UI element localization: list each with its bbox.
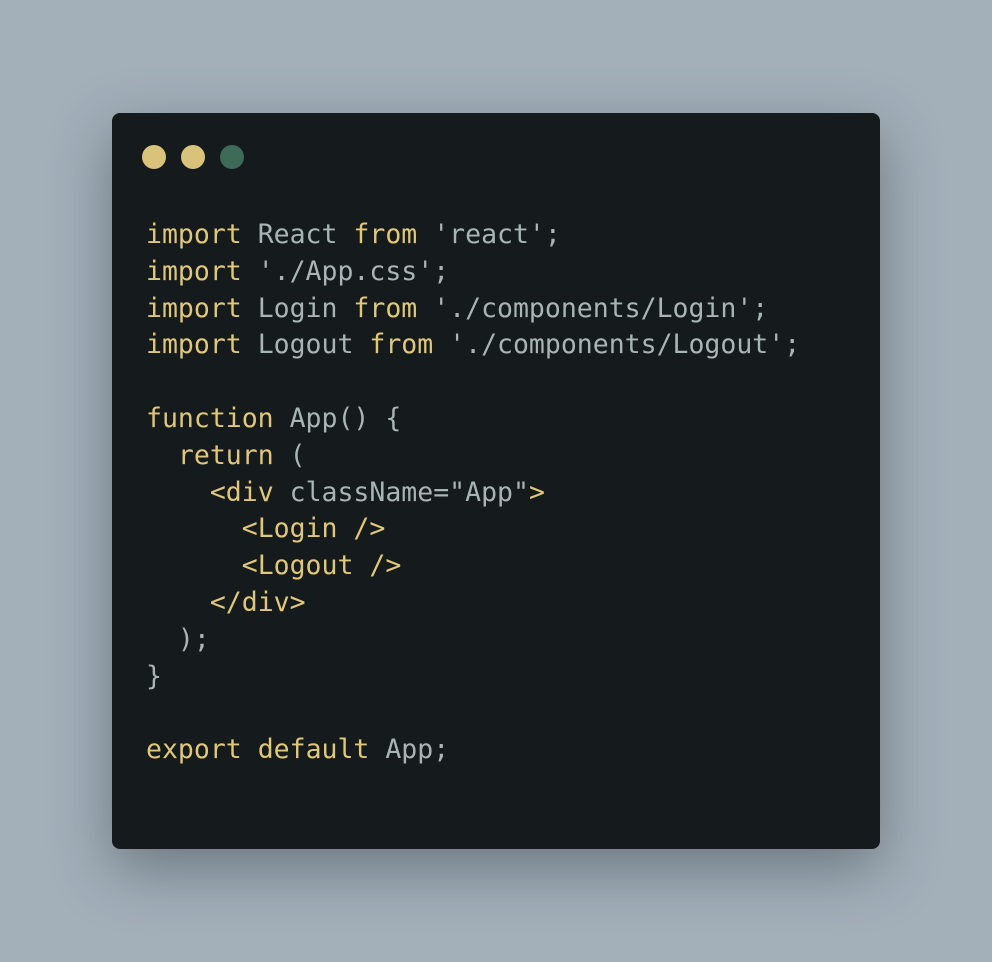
keyword: import bbox=[146, 292, 242, 324]
code-line-6: function App() { bbox=[146, 401, 800, 438]
minimize-dot-icon[interactable] bbox=[181, 145, 205, 169]
code-line-3: import Login from './components/Login'; bbox=[146, 291, 800, 328]
code-text: App; bbox=[369, 734, 450, 766]
code-line-9: <Login /> bbox=[146, 511, 800, 548]
jsx-tag: /> bbox=[337, 513, 386, 545]
keyword: import bbox=[146, 329, 242, 361]
code-line-13: } bbox=[146, 659, 800, 696]
code-text: className="App" bbox=[273, 476, 529, 508]
keyword: function bbox=[146, 402, 274, 434]
maximize-dot-icon[interactable] bbox=[220, 145, 244, 169]
code-block: import React from 'react'; import './App.… bbox=[146, 217, 800, 769]
code-line-10: <Logout /> bbox=[146, 548, 800, 585]
code-window: import React from 'react'; import './App.… bbox=[112, 113, 880, 849]
code-line-11: </div> bbox=[146, 585, 800, 622]
window-controls bbox=[142, 145, 244, 169]
keyword: from bbox=[353, 292, 418, 324]
code-line-12: ); bbox=[146, 622, 800, 659]
keyword: from bbox=[369, 329, 434, 361]
code-text: ); bbox=[146, 623, 210, 655]
code-line-15: export default App; bbox=[146, 732, 800, 769]
code-text: React bbox=[241, 219, 354, 250]
code-line-1: import React from 'react'; bbox=[146, 217, 800, 254]
code-line-4: import Logout from './components/Logout'… bbox=[146, 327, 800, 364]
code-line-7: return ( bbox=[146, 438, 800, 475]
keyword: return bbox=[177, 439, 274, 471]
code-text: './components/Login'; bbox=[417, 292, 769, 324]
code-text: './App.css'; bbox=[241, 255, 450, 287]
code-line-2: import './App.css'; bbox=[146, 254, 800, 291]
code-text: } bbox=[146, 660, 162, 692]
jsx-tag: > bbox=[528, 476, 545, 508]
jsx-tag: <Login bbox=[241, 513, 338, 545]
close-dot-icon[interactable] bbox=[142, 145, 166, 169]
keyword: import bbox=[146, 219, 242, 250]
jsx-tag: /> bbox=[353, 550, 402, 582]
keyword: default bbox=[257, 734, 370, 766]
code-text: './components/Logout'; bbox=[433, 329, 801, 361]
jsx-tag: <div bbox=[209, 476, 274, 508]
keyword: import bbox=[146, 255, 242, 287]
code-text: App() { bbox=[273, 402, 402, 434]
code-text: Logout bbox=[241, 329, 370, 361]
jsx-tag: <Logout bbox=[241, 550, 354, 582]
code-text: ( bbox=[273, 439, 306, 471]
code-line-8: <div className="App"> bbox=[146, 475, 800, 512]
code-text: Login bbox=[241, 292, 354, 324]
keyword: export bbox=[146, 734, 242, 766]
keyword: from bbox=[353, 219, 418, 250]
code-text: 'react'; bbox=[417, 219, 561, 250]
jsx-tag: </div> bbox=[209, 586, 306, 618]
